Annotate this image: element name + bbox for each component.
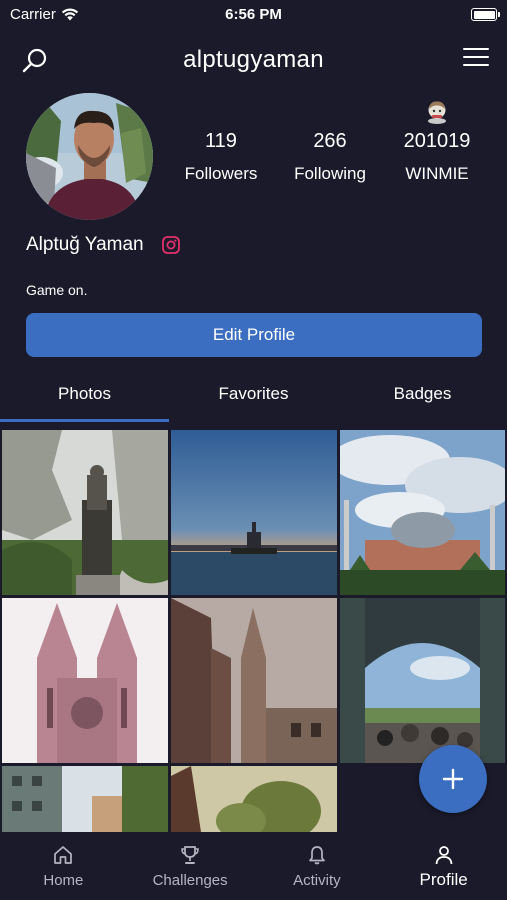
followers-count: 119	[205, 130, 237, 152]
bottom-tab-profile[interactable]: Profile	[380, 832, 507, 900]
winmie-label: WINMIE	[405, 164, 469, 183]
tab-photos[interactable]: Photos	[0, 378, 169, 422]
profile-bio: Game on.	[26, 282, 88, 298]
profile-avatar[interactable]	[26, 93, 153, 220]
profile-stats: 119 Followers 266 Following 201019 WINMI…	[160, 100, 507, 190]
photo-church-tower[interactable]	[171, 598, 337, 763]
bottom-tab-activity[interactable]: Activity	[254, 832, 381, 900]
bottom-tab-challenges[interactable]: Challenges	[127, 832, 254, 900]
winmie-stat[interactable]: 201019 WINMIE	[382, 100, 492, 184]
battery-icon	[471, 8, 500, 21]
photo-arch-crowd[interactable]	[340, 598, 505, 763]
plus-icon	[442, 768, 464, 790]
hamburger-menu-icon[interactable]	[463, 48, 489, 72]
followers-stat[interactable]: 119 Followers	[166, 100, 276, 184]
photo-buildings[interactable]	[2, 766, 168, 832]
instagram-icon[interactable]	[161, 236, 180, 254]
photo-sunset-tower[interactable]	[171, 430, 337, 595]
following-count: 266	[313, 130, 347, 152]
status-bar: Carrier 6:56 PM	[0, 0, 507, 30]
winmie-count: 201019	[403, 130, 471, 152]
bottom-tab-challenges-label: Challenges	[152, 872, 228, 889]
trophy-icon	[181, 846, 199, 864]
followers-label: Followers	[184, 164, 258, 183]
profile-name: Alptuğ Yaman	[26, 234, 144, 255]
photo-mosque[interactable]	[340, 430, 505, 595]
bottom-tab-bar: Home Challenges Activity Profile	[0, 832, 507, 900]
bottom-tab-home-label: Home	[43, 872, 84, 889]
bottom-tab-home[interactable]: Home	[0, 832, 127, 900]
bottom-tab-activity-label: Activity	[293, 872, 341, 889]
battery-level	[473, 10, 495, 19]
bell-icon	[309, 846, 325, 865]
username-title: alptugyaman	[183, 46, 324, 73]
photo-cathedral[interactable]	[2, 598, 168, 763]
tab-favorites[interactable]: Favorites	[169, 378, 338, 422]
user-icon	[435, 846, 453, 865]
add-photo-button[interactable]	[419, 745, 487, 813]
profile-tabs: Photos Favorites Badges	[0, 378, 507, 422]
following-label: Following	[294, 164, 366, 183]
character-badge-icon	[428, 101, 446, 124]
photo-trees[interactable]	[171, 766, 337, 832]
bottom-tab-profile-label: Profile	[419, 870, 468, 889]
top-nav: alptugyaman	[0, 40, 507, 80]
photo-statue[interactable]	[2, 430, 168, 595]
edit-profile-button[interactable]: Edit Profile	[26, 313, 482, 357]
name-row: Alptuğ Yaman	[26, 234, 180, 256]
following-stat[interactable]: 266 Following	[275, 100, 385, 184]
tab-badges[interactable]: Badges	[338, 378, 507, 422]
home-icon	[54, 846, 73, 864]
status-time: 6:56 PM	[225, 6, 282, 23]
